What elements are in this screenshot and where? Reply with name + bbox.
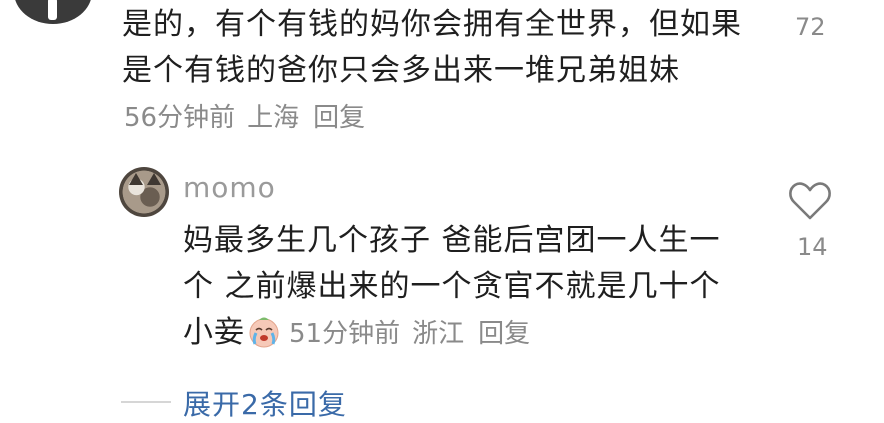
avatar[interactable] [119, 167, 169, 217]
crying-face-emoji-icon [249, 317, 279, 348]
comment-meta: 56分钟前 上海 回复 [122, 103, 365, 133]
avatar-ear [147, 173, 161, 185]
like-count: 14 [797, 233, 828, 261]
comment-location: 上海 [247, 103, 300, 133]
comment-time: 51分钟前 [289, 319, 401, 349]
comment-text: 是的，有个有钱的妈你会拥有全世界，但如果是个有钱的爸你只会多出来一堆兄弟姐妹 [122, 7, 742, 88]
comment-time: 56分钟前 [124, 103, 236, 133]
reply-button[interactable]: 回复 [313, 103, 365, 133]
divider [121, 401, 171, 403]
username[interactable]: momo [183, 171, 276, 204]
comment-location: 浙江 [412, 319, 465, 349]
like-count: 72 [795, 13, 826, 41]
avatar[interactable] [14, 0, 92, 24]
comment-body: 是的，有个有钱的妈你会拥有全世界，但如果是个有钱的爸你只会多出来一堆兄弟姐妹 56… [122, 2, 742, 141]
expand-replies-button[interactable]: 展开2条回复 [183, 383, 347, 423]
reply-button[interactable]: 回复 [478, 319, 530, 349]
comment-body: 妈最多生几个孩子 爸能后宫团一人生一个 之前爆出来的一个贪官不就是几十个小妾 5… [183, 218, 743, 357]
avatar-ear [129, 173, 143, 185]
heart-icon[interactable] [788, 181, 832, 221]
comment-meta: 51分钟前 浙江 回复 [289, 319, 530, 349]
